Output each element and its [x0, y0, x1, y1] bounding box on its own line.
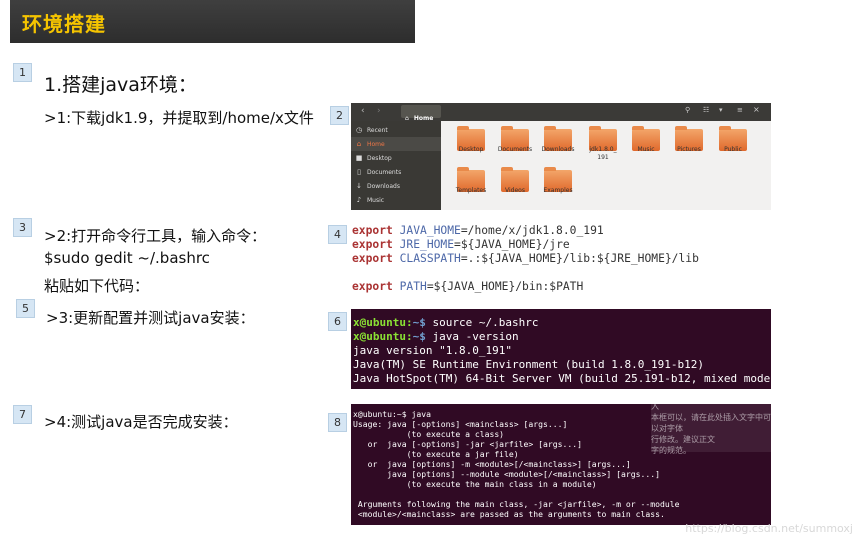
- sidebar-item-recent[interactable]: ◷ Recent: [351, 123, 441, 137]
- sidebar-item-desktop[interactable]: ■ Desktop: [351, 151, 441, 165]
- back-icon[interactable]: ‹: [361, 106, 365, 116]
- step-2-command: $sudo gedit ~/.bashrc: [44, 249, 210, 267]
- terminal-output-line: java version "1.8.0_191": [353, 344, 512, 357]
- folder-label: jdk1.8.0_ 191: [589, 146, 617, 161]
- code-line: export CLASSPATH=.:${JAVA_HOME}/lib:${JR…: [352, 252, 699, 266]
- terminal-output-line: Java(TM) SE Runtime Environment (build 1…: [353, 358, 704, 371]
- terminal-output-line: (to execute the main class in a module): [353, 479, 597, 489]
- folder-label: Desktop: [458, 146, 484, 153]
- code-variable: PATH: [399, 280, 427, 293]
- terminal-usage-output: x@ubuntu:~$ java Usage: java [-options] …: [351, 404, 771, 525]
- code-value: =.:${JAVA_HOME}/lib:${JRE_HOME}/lib: [460, 252, 699, 265]
- step-marker-1: 1: [13, 63, 32, 82]
- forward-icon[interactable]: ›: [377, 106, 381, 116]
- watermark: https://blog.csdn.net/summoxj: [685, 522, 853, 535]
- clock-icon: ◷: [355, 126, 363, 134]
- overlay-line: 行修改。建议正文: [651, 435, 715, 444]
- location-button[interactable]: ⌂ Home: [401, 105, 441, 122]
- terminal-line: x@ubuntu:~$ java -version: [353, 330, 519, 344]
- view-icon[interactable]: ☷: [703, 106, 709, 114]
- step-2-text: >2:打开命令行工具，输入命令：: [44, 227, 267, 245]
- folder-label: Downloads: [541, 146, 575, 153]
- step-2-paste: 粘贴如下代码：: [44, 277, 150, 295]
- sidebar-item-music[interactable]: ♪ Music: [351, 193, 441, 207]
- folder-label: Public: [724, 146, 742, 153]
- overlay-line: 字的规范。: [651, 446, 691, 455]
- sidebar-label: Music: [367, 197, 385, 204]
- menu-icon[interactable]: ≡: [737, 106, 743, 114]
- folder-label: Pictures: [677, 146, 701, 153]
- page-title: 环境搭建: [22, 12, 106, 36]
- search-icon[interactable]: ⚲: [685, 106, 690, 114]
- step-marker-8: 8: [328, 413, 347, 432]
- terminal-version-output: x@ubuntu:~$ source ~/.bashrc x@ubuntu:~$…: [351, 309, 771, 389]
- terminal-output-line: Java HotSpot(TM) 64-Bit Server VM (build…: [353, 372, 771, 385]
- step-4-text: >4:测试java是否完成安装：: [44, 413, 238, 431]
- sidebar-label: Documents: [367, 169, 402, 176]
- home-icon: ⌂: [356, 140, 362, 148]
- step-1-text: >1:下载jdk1.9，并提取到/home/x文件: [44, 109, 314, 127]
- folder-label: Documents: [497, 146, 533, 153]
- step-marker-5: 5: [16, 299, 35, 318]
- code-variable: JAVA_HOME: [399, 224, 461, 237]
- document-icon: ▯: [357, 168, 361, 176]
- sidebar-item-documents[interactable]: ▯ Documents: [351, 165, 441, 179]
- section-heading: 1.搭建java环境：: [44, 74, 197, 96]
- code-variable: CLASSPATH: [399, 252, 461, 265]
- code-value: =/home/x/jdk1.8.0_191: [460, 224, 604, 237]
- close-icon[interactable]: ×: [753, 105, 760, 114]
- music-icon: ♪: [356, 196, 362, 204]
- code-value: =${JAVA_HOME}/bin:$PATH: [426, 280, 584, 293]
- code-keyword: export: [352, 252, 393, 265]
- sidebar-item-home[interactable]: ⌂ Home: [351, 137, 441, 151]
- terminal-prompt: x@ubuntu:: [353, 330, 413, 343]
- overlay-line: 本框可以，请在此处插入文字中可以对字体: [651, 413, 771, 433]
- folder-label: Examples: [543, 187, 573, 194]
- code-keyword: export: [352, 280, 393, 293]
- step-marker-7: 7: [13, 405, 32, 424]
- file-manager-sidebar: ◷ Recent ⌂ Home ■ Desktop ▯ Documents ↓ Downl…: [351, 121, 441, 210]
- code-line: export JAVA_HOME=/home/x/jdk1.8.0_191: [352, 224, 604, 238]
- sidebar-label: Downloads: [367, 183, 400, 190]
- sidebar-item-downloads[interactable]: ↓ Downloads: [351, 179, 441, 193]
- terminal-line: x@ubuntu:~$ source ~/.bashrc: [353, 316, 538, 330]
- file-manager-window: ‹ › ⌂ Home ⚲ ☷ ▾ ≡ × ◷ Recent ⌂ Home ■ Desk…: [351, 103, 771, 210]
- terminal-path: ~$: [412, 316, 426, 329]
- terminal-prompt: x@ubuntu:: [353, 316, 413, 329]
- terminal-output-line: <module>/<mainclass> are passed as the a…: [353, 509, 665, 519]
- download-icon: ↓: [356, 182, 362, 190]
- overlay-line: 双击此处编辑标题，点击和重新输入: [651, 404, 659, 411]
- sidebar-label: Recent: [367, 127, 388, 134]
- folder-label: Templates: [455, 187, 487, 194]
- code-variable: JRE_HOME: [399, 238, 455, 251]
- folder-label: Videos: [505, 187, 525, 194]
- step-marker-2: 2: [330, 106, 349, 125]
- folder-label: Music: [637, 146, 655, 153]
- terminal-command: java -version: [425, 330, 519, 343]
- code-line: export JRE_HOME=${JAVA_HOME}/jre: [352, 238, 570, 252]
- step-marker-4: 4: [328, 225, 347, 244]
- sort-icon[interactable]: ▾: [719, 106, 723, 114]
- bashrc-code-block: export JAVA_HOME=/home/x/jdk1.8.0_191 ex…: [351, 222, 771, 293]
- code-keyword: export: [352, 224, 393, 237]
- code-line: export PATH=${JAVA_HOME}/bin:$PATH: [352, 280, 583, 294]
- sidebar-label: Home: [367, 141, 385, 148]
- terminal-path: ~$: [412, 330, 426, 343]
- code-value: =${JAVA_HOME}/jre: [454, 238, 570, 251]
- desktop-icon: ■: [355, 154, 363, 162]
- step-marker-6: 6: [328, 312, 347, 331]
- sidebar-label: Desktop: [367, 155, 392, 162]
- step-marker-3: 3: [13, 218, 32, 237]
- terminal-command: source ~/.bashrc: [425, 316, 539, 329]
- step-3-text: >3:更新配置并测试java安装：: [46, 309, 255, 327]
- overlay-hint: 双击此处编辑标题，点击和重新输入 本框可以，请在此处插入文字中可以对字体 行修改…: [651, 404, 771, 455]
- code-keyword: export: [352, 238, 393, 251]
- file-manager-toolbar: ‹ › ⌂ Home ⚲ ☷ ▾ ≡ ×: [351, 103, 771, 122]
